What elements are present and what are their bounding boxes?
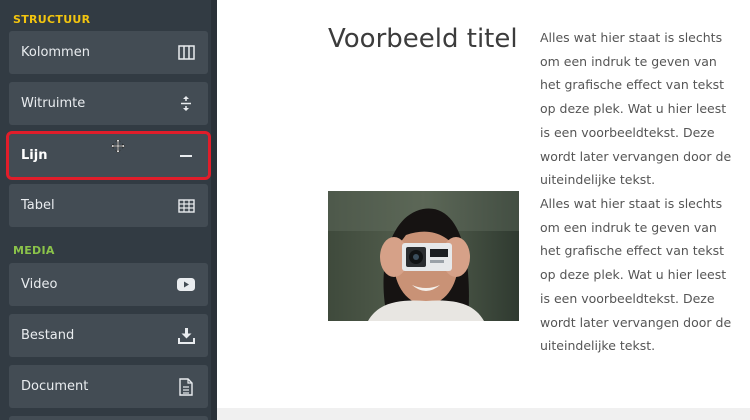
- bottom-divider: [217, 408, 750, 420]
- section-label-structuur: STRUCTUUR: [13, 13, 91, 26]
- sidebar-item-lijn[interactable]: Lijn: [6, 131, 211, 180]
- document-icon: [177, 377, 195, 396]
- sidebar-item-partial[interactable]: [9, 416, 208, 420]
- sidebar-item-label: Kolommen: [21, 45, 90, 60]
- sidebar-item-label: Bestand: [21, 328, 75, 343]
- sidebar-item-tabel[interactable]: Tabel: [9, 184, 208, 227]
- sidebar: STRUCTUUR Kolommen Witruimte Lijn Tabel …: [0, 0, 217, 420]
- sidebar-item-bestand[interactable]: Bestand: [9, 314, 208, 357]
- photo-image[interactable]: [328, 191, 519, 321]
- page-title[interactable]: Voorbeeld titel: [328, 24, 518, 54]
- sidebar-scrollbar[interactable]: [211, 0, 217, 420]
- horizontal-line-icon: [177, 147, 195, 165]
- vertical-spacing-icon: [177, 95, 195, 113]
- sidebar-item-label: Witruimte: [21, 96, 86, 111]
- sidebar-item-witruimte[interactable]: Witruimte: [9, 82, 208, 125]
- youtube-icon: [177, 276, 195, 294]
- download-icon: [177, 327, 195, 345]
- sidebar-item-label: Tabel: [21, 198, 55, 213]
- sidebar-item-label: Lijn: [21, 148, 48, 163]
- columns-icon: [177, 44, 195, 62]
- table-icon: [177, 197, 195, 215]
- text-paragraph-1[interactable]: Alles wat hier staat is slechts om een i…: [540, 26, 740, 192]
- section-label-media: MEDIA: [13, 244, 55, 257]
- sidebar-item-label: Document: [21, 379, 89, 394]
- sidebar-item-kolommen[interactable]: Kolommen: [9, 31, 208, 74]
- sidebar-item-video[interactable]: Video: [9, 263, 208, 306]
- sidebar-item-document[interactable]: Document: [9, 365, 208, 408]
- text-paragraph-2[interactable]: Alles wat hier staat is slechts om een i…: [540, 192, 740, 358]
- move-cursor-icon: [111, 139, 125, 153]
- sidebar-item-label: Video: [21, 277, 58, 292]
